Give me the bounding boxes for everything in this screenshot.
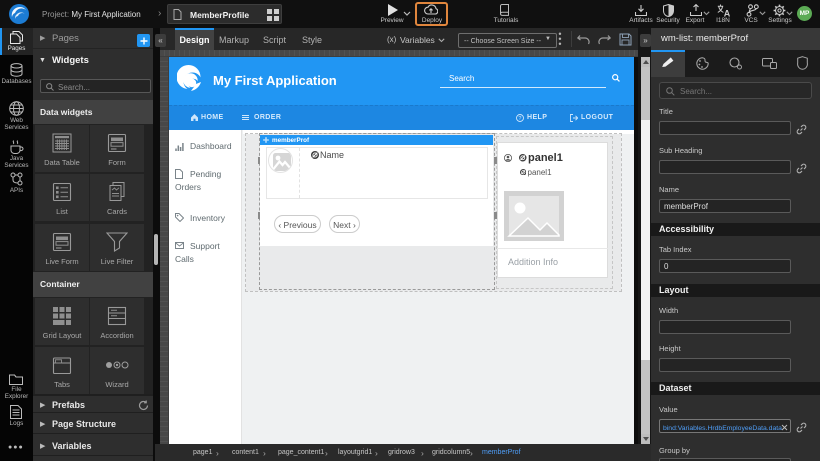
- svg-text:?: ?: [518, 116, 521, 122]
- svg-text:A: A: [724, 9, 731, 18]
